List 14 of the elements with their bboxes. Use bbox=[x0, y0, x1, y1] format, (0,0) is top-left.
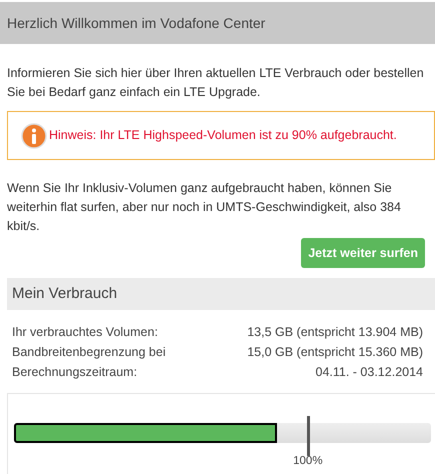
row-label: Bandbreitenbegrenzung bei bbox=[12, 344, 166, 361]
notice-text: Hinweis: Ihr LTE Highspeed-Volumen ist zu 90% aufgebraucht. bbox=[49, 127, 397, 144]
intro-text: Informieren Sie sich hier über Ihren aktuellen LTE Verbrauch oder bestellen Sie bei Bedarf ganz einfach ein LTE Upgrade. bbox=[7, 65, 425, 101]
row-label: Ihr verbrauchtes Volumen: bbox=[12, 324, 158, 341]
limit-label: 100% bbox=[293, 454, 323, 468]
page-title: Herzlich Willkommen im Vodafone Center bbox=[7, 14, 266, 32]
row-value: 13,5 GB (entspricht 13.904 MB) bbox=[247, 324, 423, 341]
continue-surfing-button[interactable]: Jetzt weiter surfen bbox=[301, 238, 425, 268]
info-text: Wenn Sie Ihr Inklusiv-Volumen ganz aufgebraucht haben, können Sie weiterhin flat surfen, aber nur noch in UMTS-Geschwindigkeit, also 384 kbit/s. bbox=[7, 180, 402, 235]
row-value: 15,0 GB (entspricht 15.360 MB) bbox=[247, 344, 423, 361]
row-value: 04.11. - 03.12.2014 bbox=[316, 364, 423, 381]
info-icon bbox=[21, 122, 47, 148]
row-label: Berechnungszeitraum: bbox=[12, 364, 138, 381]
section-title: Mein Verbrauch bbox=[12, 284, 118, 304]
